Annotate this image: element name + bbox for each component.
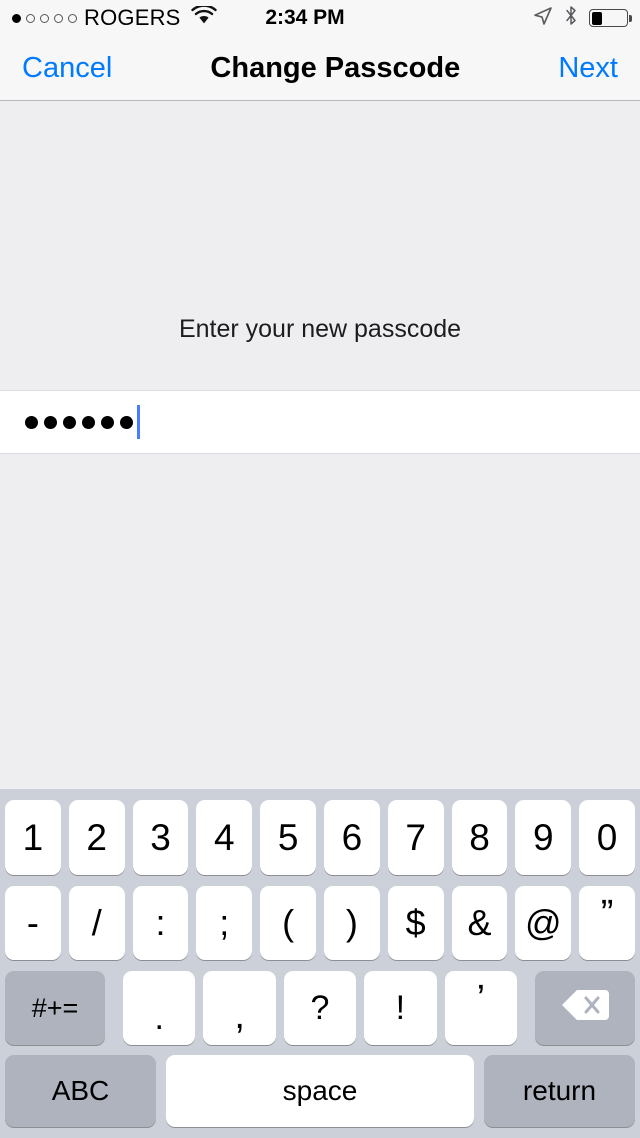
key-hyphen[interactable]: - — [5, 886, 61, 960]
passcode-dot — [120, 415, 133, 429]
key-double-quote-glyph: ” — [600, 893, 614, 935]
key-3[interactable]: 3 — [132, 800, 189, 875]
key-exclamation[interactable]: ! — [364, 971, 437, 1045]
next-button[interactable]: Next — [558, 53, 618, 83]
prompt-label: Enter your new passcode — [178, 315, 462, 343]
bluetooth-icon — [564, 5, 578, 31]
key-7[interactable]: 7 — [387, 800, 444, 875]
key-1[interactable]: 1 — [5, 800, 61, 875]
passcode-dot — [63, 415, 76, 429]
key-abc[interactable]: ABC — [5, 1055, 156, 1127]
key-comma-glyph: , — [234, 995, 245, 1037]
key-apostrophe[interactable]: ’ — [444, 971, 518, 1045]
passcode-dots — [25, 415, 133, 429]
signal-dot-1 — [12, 13, 21, 23]
signal-dot-4 — [54, 13, 63, 23]
key-at[interactable]: @ — [515, 886, 572, 960]
key-return[interactable]: return — [484, 1055, 635, 1127]
key-question[interactable]: ? — [283, 971, 357, 1045]
key-dollar[interactable]: $ — [387, 886, 444, 960]
battery-icon — [589, 9, 632, 27]
status-bar-clock: 2:34 PM — [265, 6, 345, 29]
keyboard-row-punctuation-middle: . , ? ! ’ — [113, 971, 527, 1045]
key-period-glyph: . — [154, 999, 164, 1037]
key-space[interactable]: space — [166, 1055, 474, 1127]
key-2[interactable]: 2 — [68, 800, 125, 875]
cancel-button[interactable]: Cancel — [22, 53, 112, 83]
key-paren-open[interactable]: ( — [260, 886, 316, 960]
passcode-dot — [101, 415, 114, 429]
keyboard-row-numbers: 1 2 3 4 5 6 7 8 9 0 — [0, 800, 640, 875]
key-colon[interactable]: : — [132, 886, 189, 960]
key-apostrophe-glyph: ’ — [476, 978, 486, 1020]
keyboard: 1 2 3 4 5 6 7 8 9 0 - / : ; ( ) $ & @ ” … — [0, 789, 640, 1138]
signal-strength-dots — [12, 13, 77, 23]
key-more-symbols[interactable]: #+= — [5, 971, 105, 1045]
key-ampersand[interactable]: & — [451, 886, 508, 960]
key-backspace[interactable] — [535, 971, 635, 1045]
keyboard-row-punctuation: #+= . , ? ! ’ — [0, 971, 640, 1045]
keyboard-row-symbols: - / : ; ( ) $ & @ ” — [0, 886, 640, 960]
signal-dot-2 — [26, 13, 35, 23]
page-title: Change Passcode — [210, 51, 461, 84]
location-arrow-icon — [533, 6, 553, 31]
navigation-bar: Cancel Change Passcode Next — [0, 36, 640, 101]
key-slash[interactable]: / — [68, 886, 125, 960]
carrier-label: ROGERS — [84, 5, 181, 30]
text-caret — [137, 405, 140, 439]
signal-dot-5 — [68, 13, 77, 23]
key-0[interactable]: 0 — [579, 800, 635, 875]
status-bar-right — [428, 5, 632, 31]
key-8[interactable]: 8 — [451, 800, 508, 875]
key-5[interactable]: 5 — [260, 800, 316, 875]
key-period[interactable]: . — [122, 971, 196, 1045]
key-9[interactable]: 9 — [515, 800, 572, 875]
key-comma[interactable]: , — [203, 971, 276, 1045]
signal-dot-3 — [40, 13, 49, 23]
content-area: Enter your new passcode — [0, 101, 640, 789]
backspace-delete-icon — [560, 987, 610, 1029]
status-bar: ROGERS 2:34 PM — [0, 0, 640, 36]
key-semicolon[interactable]: ; — [196, 886, 253, 960]
passcode-dot — [44, 415, 57, 429]
keyboard-row-bottom: ABC space return — [0, 1055, 640, 1127]
key-6[interactable]: 6 — [324, 800, 380, 875]
passcode-dot — [82, 415, 95, 429]
key-4[interactable]: 4 — [196, 800, 253, 875]
key-double-quote[interactable]: ” — [579, 886, 635, 960]
passcode-dot — [25, 415, 38, 429]
key-paren-close[interactable]: ) — [324, 886, 380, 960]
passcode-input[interactable] — [0, 390, 640, 454]
